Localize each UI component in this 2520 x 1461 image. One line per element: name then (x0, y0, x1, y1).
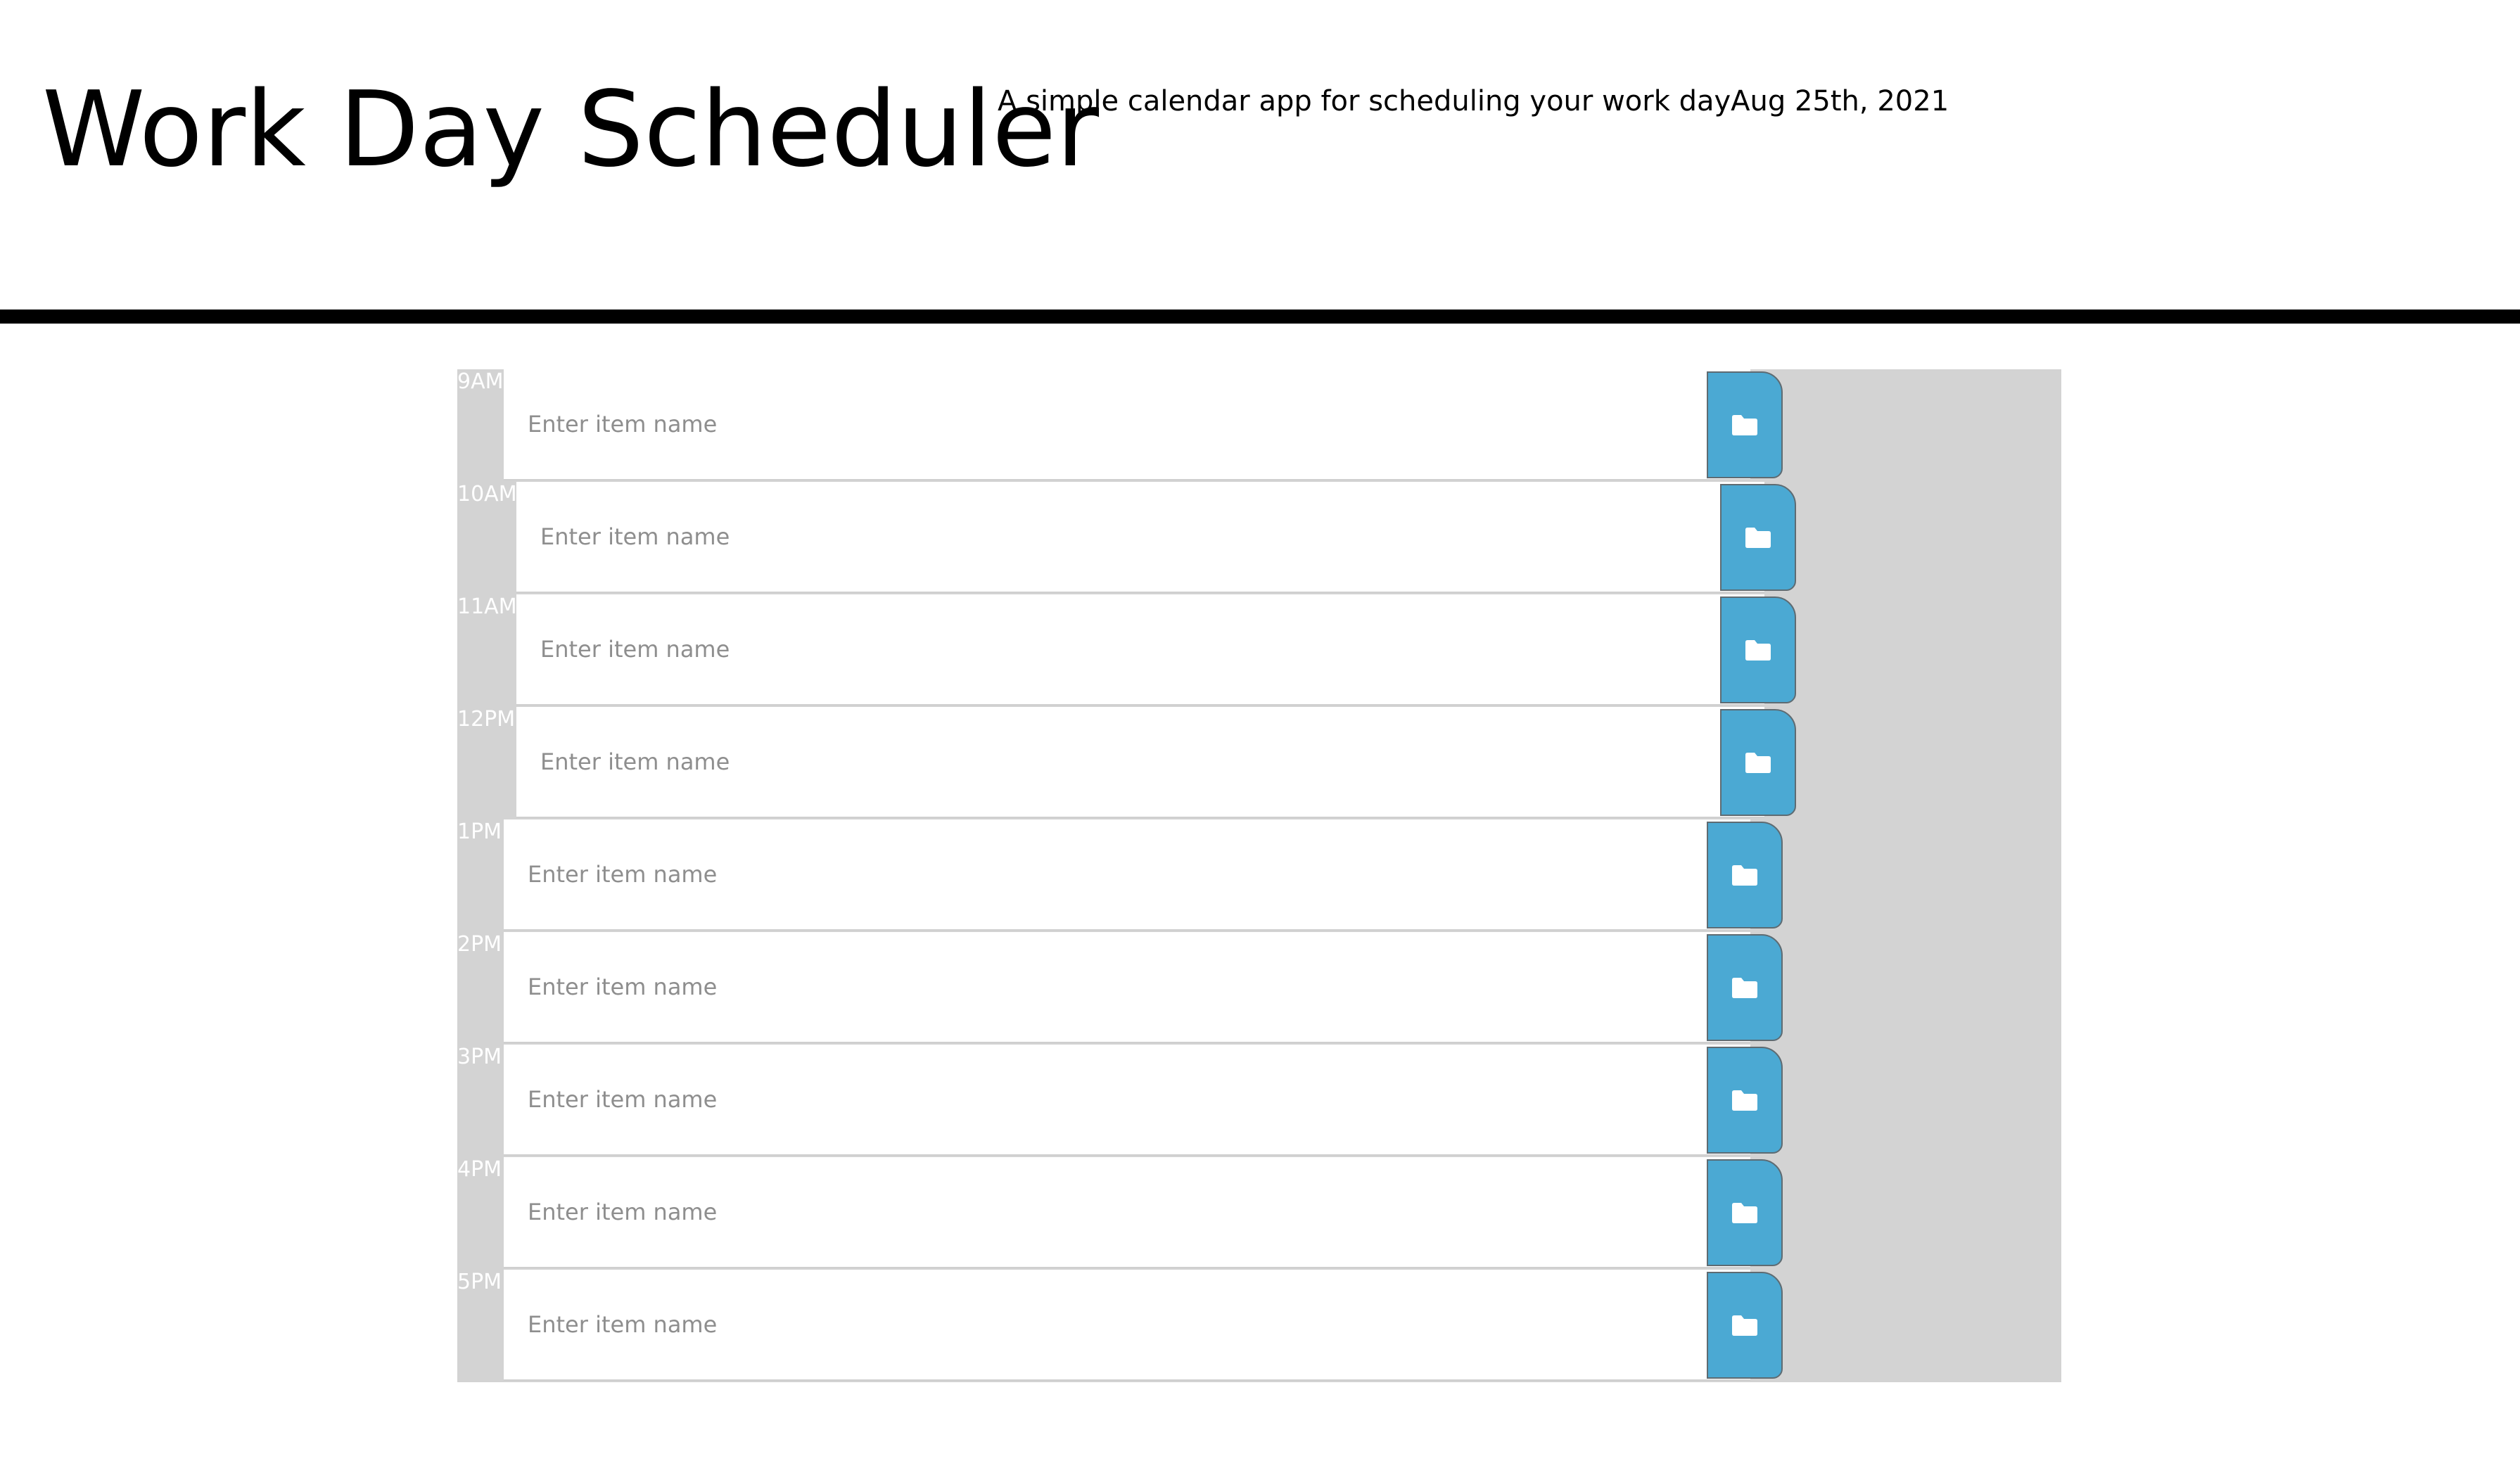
lead-text: A simple calendar app for scheduling you… (998, 85, 1731, 117)
folder-icon (1732, 415, 1757, 435)
hour-label: 12PM (457, 707, 516, 732)
time-block-2pm: 2PM (457, 932, 2061, 1045)
save-button[interactable] (1707, 1159, 1783, 1266)
time-block-1pm: 1PM (457, 819, 2061, 932)
event-input[interactable] (516, 594, 1764, 706)
event-input[interactable] (504, 1157, 1750, 1268)
lead: A simple calendar app for scheduling you… (998, 83, 1949, 120)
event-input[interactable] (516, 707, 1764, 818)
header-divider (0, 310, 2520, 324)
save-button[interactable] (1707, 822, 1783, 929)
folder-icon (1745, 753, 1771, 773)
event-input[interactable] (504, 819, 1750, 931)
time-block-9am: 9AM (457, 369, 2061, 482)
time-block-12pm: 12PM (457, 707, 2061, 819)
folder-icon (1745, 528, 1771, 548)
save-button[interactable] (1707, 1272, 1783, 1379)
time-block-3pm: 3PM (457, 1045, 2061, 1157)
save-button[interactable] (1707, 371, 1783, 478)
folder-icon (1732, 1203, 1757, 1223)
time-block-5pm: 5PM (457, 1270, 2061, 1382)
page-title: Work Day Scheduler (42, 69, 1100, 190)
hour-label: 5PM (457, 1270, 502, 1294)
event-input[interactable] (504, 369, 1750, 480)
hour-label: 1PM (457, 819, 502, 844)
folder-icon (1732, 1090, 1757, 1111)
time-block-10am: 10AM (457, 482, 2061, 594)
save-button[interactable] (1720, 596, 1796, 703)
save-button[interactable] (1720, 484, 1796, 591)
hour-label: 4PM (457, 1157, 502, 1182)
planner: 9AM 10AM 11AM 12PM 1PM 2PM (457, 369, 2061, 1382)
hour-label: 10AM (457, 482, 517, 506)
hour-label: 9AM (457, 369, 504, 394)
hour-label: 3PM (457, 1045, 502, 1069)
save-button[interactable] (1720, 709, 1796, 816)
time-block-11am: 11AM (457, 594, 2061, 707)
time-block-4pm: 4PM (457, 1157, 2061, 1270)
event-input[interactable] (504, 932, 1750, 1043)
hour-label: 2PM (457, 932, 502, 957)
folder-icon (1732, 978, 1757, 998)
hour-label: 11AM (457, 594, 517, 619)
save-button[interactable] (1707, 934, 1783, 1041)
event-input[interactable] (504, 1045, 1750, 1156)
event-input[interactable] (504, 1270, 1750, 1381)
save-button[interactable] (1707, 1047, 1783, 1154)
folder-icon (1745, 640, 1771, 661)
header: Work Day Scheduler A simple calendar app… (0, 0, 2520, 310)
current-day: Aug 25th, 2021 (1731, 85, 1949, 117)
folder-icon (1732, 1315, 1757, 1336)
event-input[interactable] (516, 482, 1764, 593)
folder-icon (1732, 865, 1757, 886)
